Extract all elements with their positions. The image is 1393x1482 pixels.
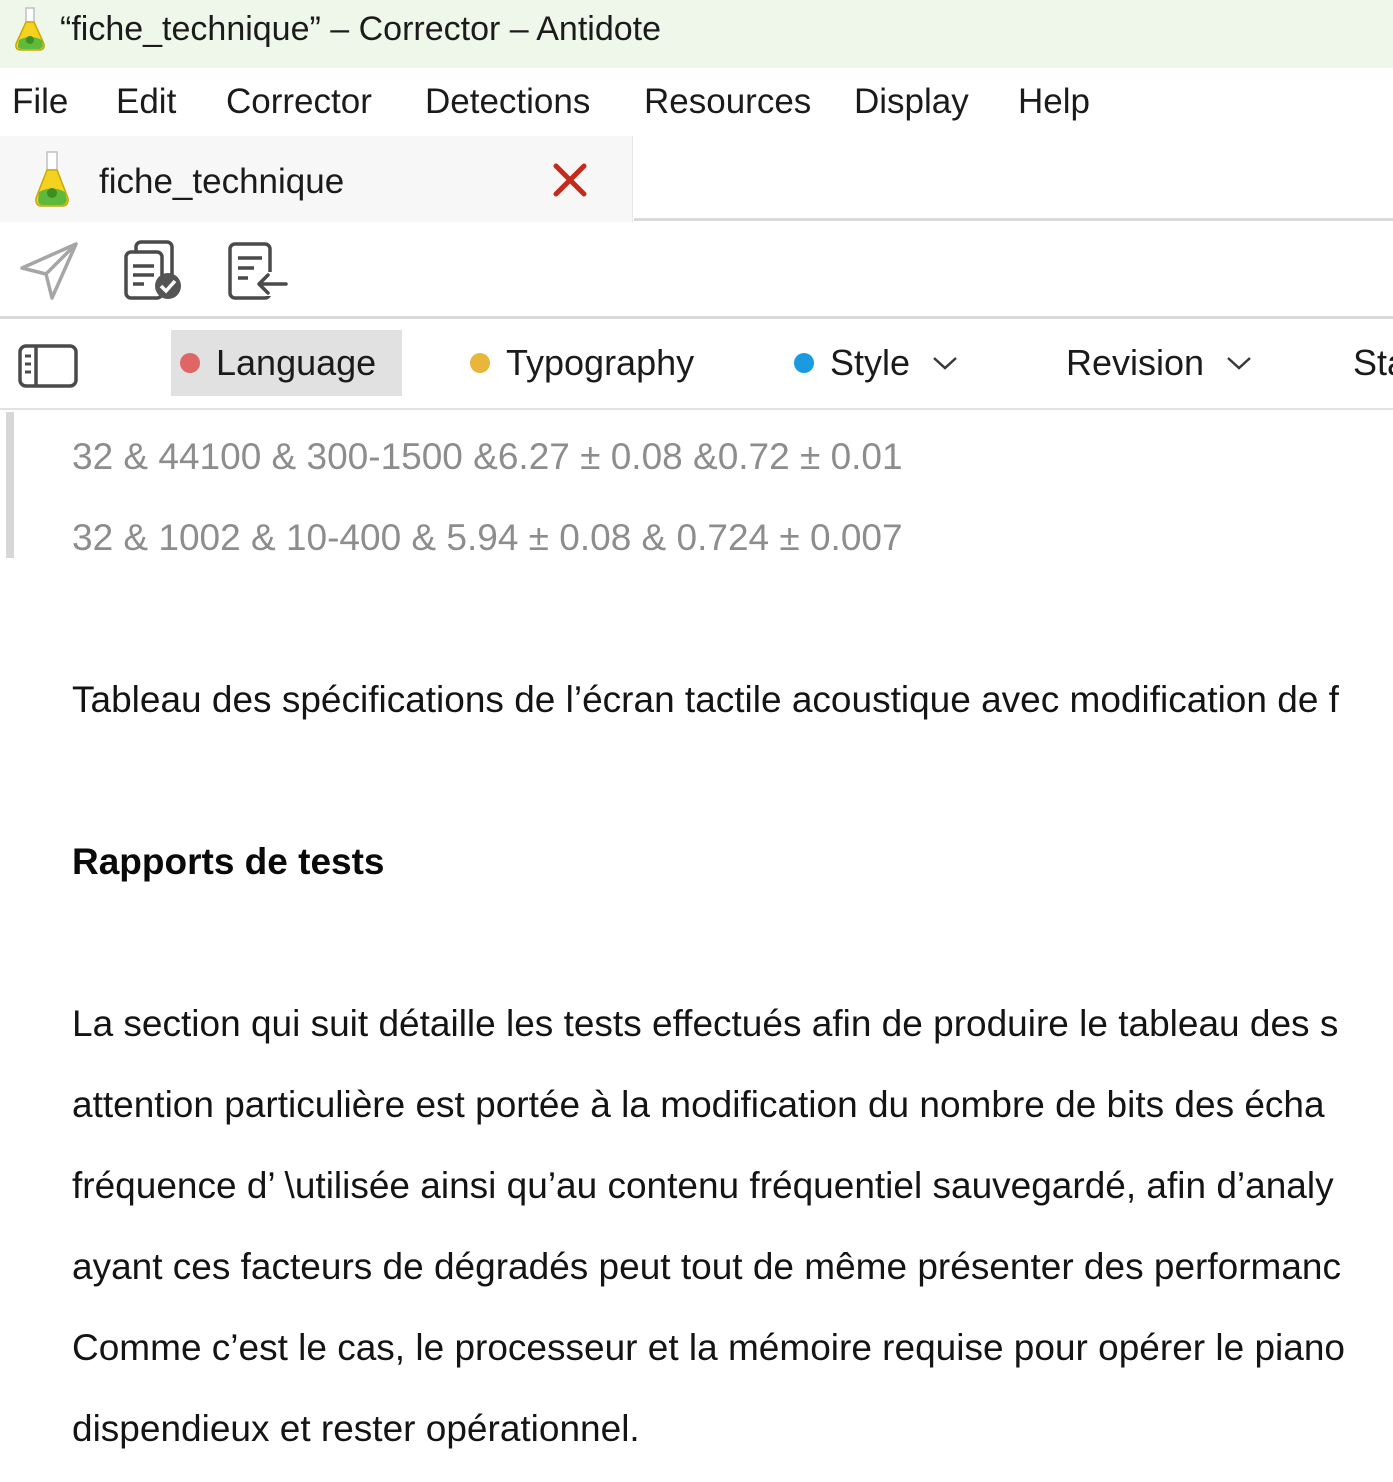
style-status-dot <box>794 353 814 373</box>
sidebar-toggle-icon[interactable] <box>18 344 78 388</box>
menu-display[interactable]: Display <box>854 82 969 122</box>
toolbar <box>0 222 1393 319</box>
table-row: 32 & 44100 & 300-1500 &6.27 ± 0.08 &0.72… <box>72 436 903 477</box>
language-status-dot <box>180 353 200 373</box>
detection-filter-bar: Language Typography Style Revision Sta <box>0 320 1393 410</box>
selection-margin-bar <box>6 412 14 558</box>
import-document-icon[interactable] <box>224 238 290 304</box>
copy-check-icon[interactable] <box>120 238 186 304</box>
filter-statistics[interactable]: Sta <box>1353 330 1393 396</box>
filter-revision[interactable]: Revision <box>1066 330 1252 396</box>
paragraph-line: Comme c’est le cas, le processeur et la … <box>72 1327 1345 1368</box>
filter-style[interactable]: Style <box>794 330 958 396</box>
tab-strip: fiche_technique <box>0 136 1393 222</box>
filter-typography[interactable]: Typography <box>470 330 694 396</box>
paragraph-line: La section qui suit détaille les tests e… <box>72 1003 1339 1044</box>
close-icon[interactable] <box>552 162 588 198</box>
tab-fiche-technique[interactable]: fiche_technique <box>0 136 633 222</box>
paragraph-line: attention particulière est portée à la m… <box>72 1084 1325 1125</box>
filter-revision-label: Revision <box>1066 342 1205 383</box>
menu-detections[interactable]: Detections <box>425 82 590 122</box>
menu-edit[interactable]: Edit <box>116 82 176 122</box>
paragraph-line: ayant ces facteurs de dégradés peut tout… <box>72 1246 1342 1287</box>
filter-style-label: Style <box>830 342 911 383</box>
antidote-flask-icon <box>15 7 45 51</box>
chevron-down-icon <box>1227 357 1251 370</box>
window-title: “fiche_technique” – Corrector – Antidote <box>60 10 662 48</box>
tab-strip-divider <box>634 218 1393 221</box>
menu-resources[interactable]: Resources <box>644 82 811 122</box>
table-row: 32 & 1002 & 10-400 & 5.94 ± 0.08 & 0.724… <box>72 517 903 558</box>
tab-label: fiche_technique <box>99 162 345 201</box>
paragraph-line: dispendieux et rester opérationnel. <box>72 1408 640 1449</box>
paragraph-line: fréquence d’ \utilisée ainsi qu’au conte… <box>72 1165 1334 1206</box>
filter-language[interactable]: Language <box>171 330 402 396</box>
menu-help[interactable]: Help <box>1018 82 1090 122</box>
section-heading: Rapports de tests <box>72 841 385 882</box>
antidote-flask-icon <box>35 151 69 207</box>
document-area[interactable]: 32 & 44100 & 300-1500 &6.27 ± 0.08 &0.72… <box>0 412 1393 1482</box>
title-bar: “fiche_technique” – Corrector – Antidote <box>0 0 1393 68</box>
filter-typography-label: Typography <box>506 342 695 383</box>
menu-corrector[interactable]: Corrector <box>226 82 372 122</box>
menu-file[interactable]: File <box>12 82 68 122</box>
typography-status-dot <box>470 353 490 373</box>
table-caption: Tableau des spécifications de l’écran ta… <box>72 679 1339 720</box>
send-icon[interactable] <box>16 238 82 304</box>
filter-language-label: Language <box>216 342 377 383</box>
menu-bar: File Edit Corrector Detections Resources… <box>0 68 1393 136</box>
filter-statistics-label: Sta <box>1353 342 1393 383</box>
chevron-down-icon <box>933 357 957 370</box>
